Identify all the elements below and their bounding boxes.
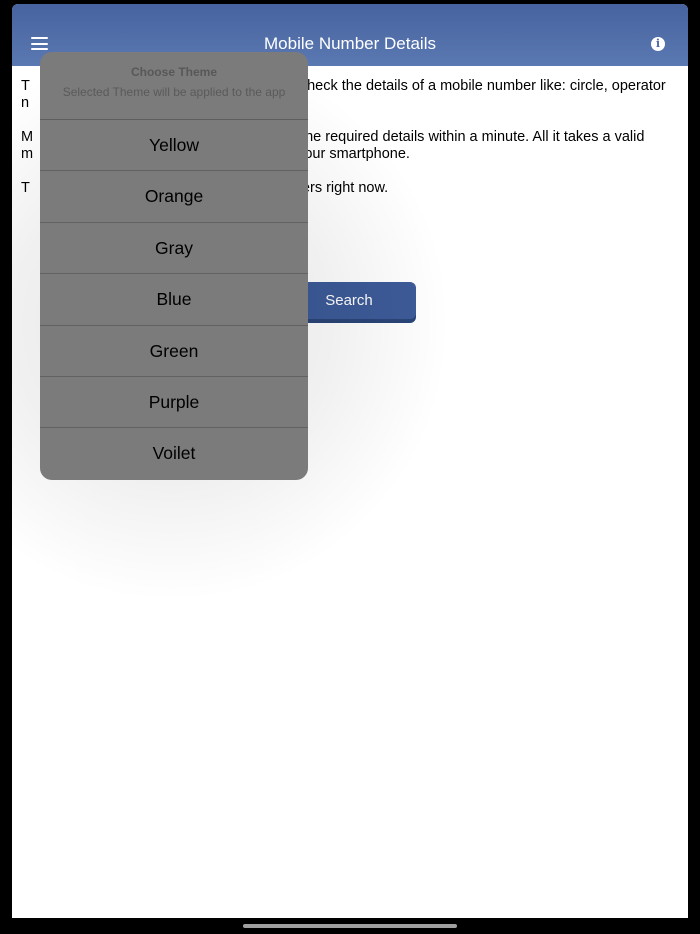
theme-option-voilet[interactable]: Voilet — [40, 428, 308, 479]
popup-header: Choose Theme Selected Theme will be appl… — [40, 52, 308, 120]
home-indicator[interactable] — [243, 924, 457, 928]
theme-option-orange[interactable]: Orange — [40, 171, 308, 223]
page-title: Mobile Number Details — [264, 34, 436, 53]
theme-option-yellow[interactable]: Yellow — [40, 120, 308, 172]
theme-popup: Choose Theme Selected Theme will be appl… — [40, 52, 308, 480]
app-screen: Mobile Number Details i Tcheck the detai… — [12, 4, 688, 918]
popup-subtitle: Selected Theme will be applied to the ap… — [62, 85, 286, 99]
theme-option-gray[interactable]: Gray — [40, 223, 308, 275]
paragraph-3-text: bers right now. — [293, 180, 389, 196]
paragraph-2-lead2: m — [21, 146, 34, 162]
paragraph-1-lead: T — [21, 78, 30, 94]
paragraph-2-text2: your smartphone. — [297, 146, 410, 162]
paragraph-1-text: check the details of a mobile number lik… — [299, 78, 666, 94]
theme-option-green[interactable]: Green — [40, 326, 308, 377]
paragraph-1-line2: n — [21, 95, 30, 111]
theme-option-purple[interactable]: Purple — [40, 377, 308, 429]
info-icon[interactable]: i — [651, 37, 665, 51]
popup-title: Choose Theme — [130, 65, 217, 79]
paragraph-2-lead: M — [21, 129, 34, 145]
theme-option-blue[interactable]: Blue — [40, 274, 308, 326]
paragraph-2-text: the required details within a minute. Al… — [301, 129, 645, 145]
paragraph-3-lead: T — [21, 180, 30, 196]
